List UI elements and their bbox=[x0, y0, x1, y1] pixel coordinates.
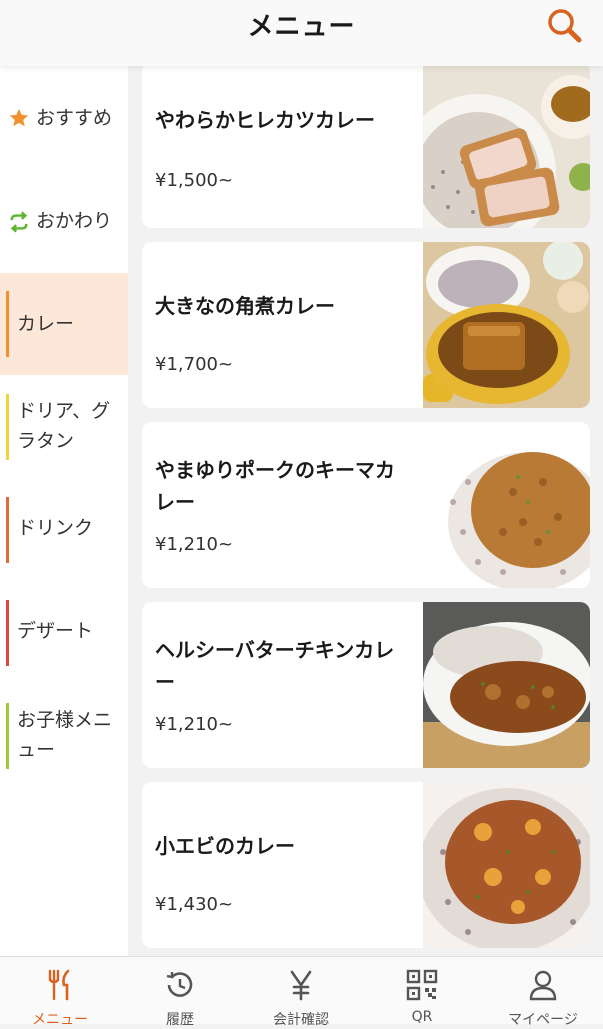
menu-item-name: 小エビのカレー bbox=[155, 834, 295, 858]
sidebar-item-refill[interactable]: おかわり bbox=[0, 168, 128, 270]
tab-label: 会計確認 bbox=[273, 1012, 329, 1028]
menu-list: やわらかヒレカツカレー ¥1,500~ 大きなの角煮カレー ¥1,700~ やま… bbox=[128, 66, 603, 956]
search-icon bbox=[548, 9, 582, 43]
menu-item-card[interactable]: 大きなの角煮カレー ¥1,700~ bbox=[142, 242, 590, 408]
tab-mypage[interactable]: マイページ bbox=[483, 957, 603, 1028]
tab-label: メニュー bbox=[32, 1012, 88, 1028]
menu-item-price: ¥1,500~ bbox=[155, 170, 234, 191]
sidebar-item-label: ドリア、グラタン bbox=[17, 400, 111, 452]
sidebar-item-label: お子様メニュー bbox=[17, 709, 113, 761]
category-marker bbox=[6, 703, 9, 769]
app-header: メニュー bbox=[0, 0, 603, 66]
tab-checkout[interactable]: 会計確認 bbox=[241, 957, 361, 1028]
menu-item-name: ヘルシーバターチキンカレー bbox=[155, 638, 395, 694]
menu-item-name: やわらかヒレカツカレー bbox=[155, 108, 375, 132]
category-marker bbox=[6, 600, 9, 666]
tab-menu[interactable]: メニュー bbox=[0, 957, 120, 1028]
sidebar-item-label: カレー bbox=[17, 313, 75, 335]
star-icon bbox=[9, 108, 29, 127]
menu-item-photo bbox=[423, 422, 590, 588]
tab-label: 履歴 bbox=[166, 1012, 194, 1028]
menu-item-photo bbox=[423, 602, 590, 768]
menu-item-price: ¥1,430~ bbox=[155, 894, 234, 915]
refresh-icon bbox=[10, 211, 28, 233]
menu-item-photo bbox=[423, 242, 590, 408]
menu-item-card[interactable]: やまゆりポークのキーマカレー ¥1,210~ bbox=[142, 422, 590, 588]
menu-item-name: 大きなの角煮カレー bbox=[155, 294, 335, 318]
menu-item-price: ¥1,700~ bbox=[155, 354, 234, 375]
sidebar-item-recommended[interactable]: おすすめ bbox=[0, 66, 128, 168]
sidebar-item-label: おすすめ bbox=[36, 107, 113, 129]
sidebar-item-label: おかわり bbox=[36, 210, 113, 232]
history-icon bbox=[166, 972, 193, 997]
yen-icon bbox=[290, 970, 312, 1001]
sidebar-item-kids-menu[interactable]: お子様メニュー bbox=[0, 685, 128, 787]
menu-item-card[interactable]: ヘルシーバターチキンカレー ¥1,210~ bbox=[142, 602, 590, 768]
sidebar-item-label: デザート bbox=[17, 620, 94, 642]
tab-history[interactable]: 履歴 bbox=[120, 957, 240, 1028]
user-icon bbox=[529, 970, 557, 1001]
qr-code-icon bbox=[406, 969, 438, 1001]
page-title: メニュー bbox=[247, 12, 356, 42]
category-sidebar: おすすめ おかわり カレー ドリア、グラタン ドリンク デザート お子様メニュー bbox=[0, 66, 128, 956]
menu-item-photo bbox=[423, 782, 590, 948]
category-marker bbox=[6, 291, 9, 357]
tab-label: マイページ bbox=[508, 1012, 578, 1028]
menu-item-card[interactable]: やわらかヒレカツカレー ¥1,500~ bbox=[142, 66, 590, 228]
search-button[interactable] bbox=[545, 6, 585, 46]
sidebar-item-curry[interactable]: カレー bbox=[0, 273, 128, 375]
sidebar-item-doria-gratin[interactable]: ドリア、グラタン bbox=[0, 376, 128, 478]
category-marker bbox=[6, 394, 9, 460]
menu-item-name: やまゆりポークのキーマカレー bbox=[155, 458, 395, 514]
menu-item-photo bbox=[423, 66, 590, 228]
sidebar-item-dessert[interactable]: デザート bbox=[0, 582, 128, 684]
menu-item-price: ¥1,210~ bbox=[155, 714, 234, 735]
category-marker bbox=[6, 497, 9, 563]
tab-qr[interactable]: QR bbox=[362, 957, 482, 1025]
sidebar-item-label: ドリンク bbox=[17, 517, 94, 539]
tab-label: QR bbox=[411, 1009, 433, 1025]
sidebar-item-drink[interactable]: ドリンク bbox=[0, 479, 128, 581]
menu-item-card[interactable]: 小エビのカレー ¥1,430~ bbox=[142, 782, 590, 948]
fork-knife-icon bbox=[48, 969, 70, 1001]
menu-item-price: ¥1,210~ bbox=[155, 534, 234, 555]
bottom-tab-bar: メニュー 履歴 会計確認 QR マイページ bbox=[0, 956, 603, 1028]
